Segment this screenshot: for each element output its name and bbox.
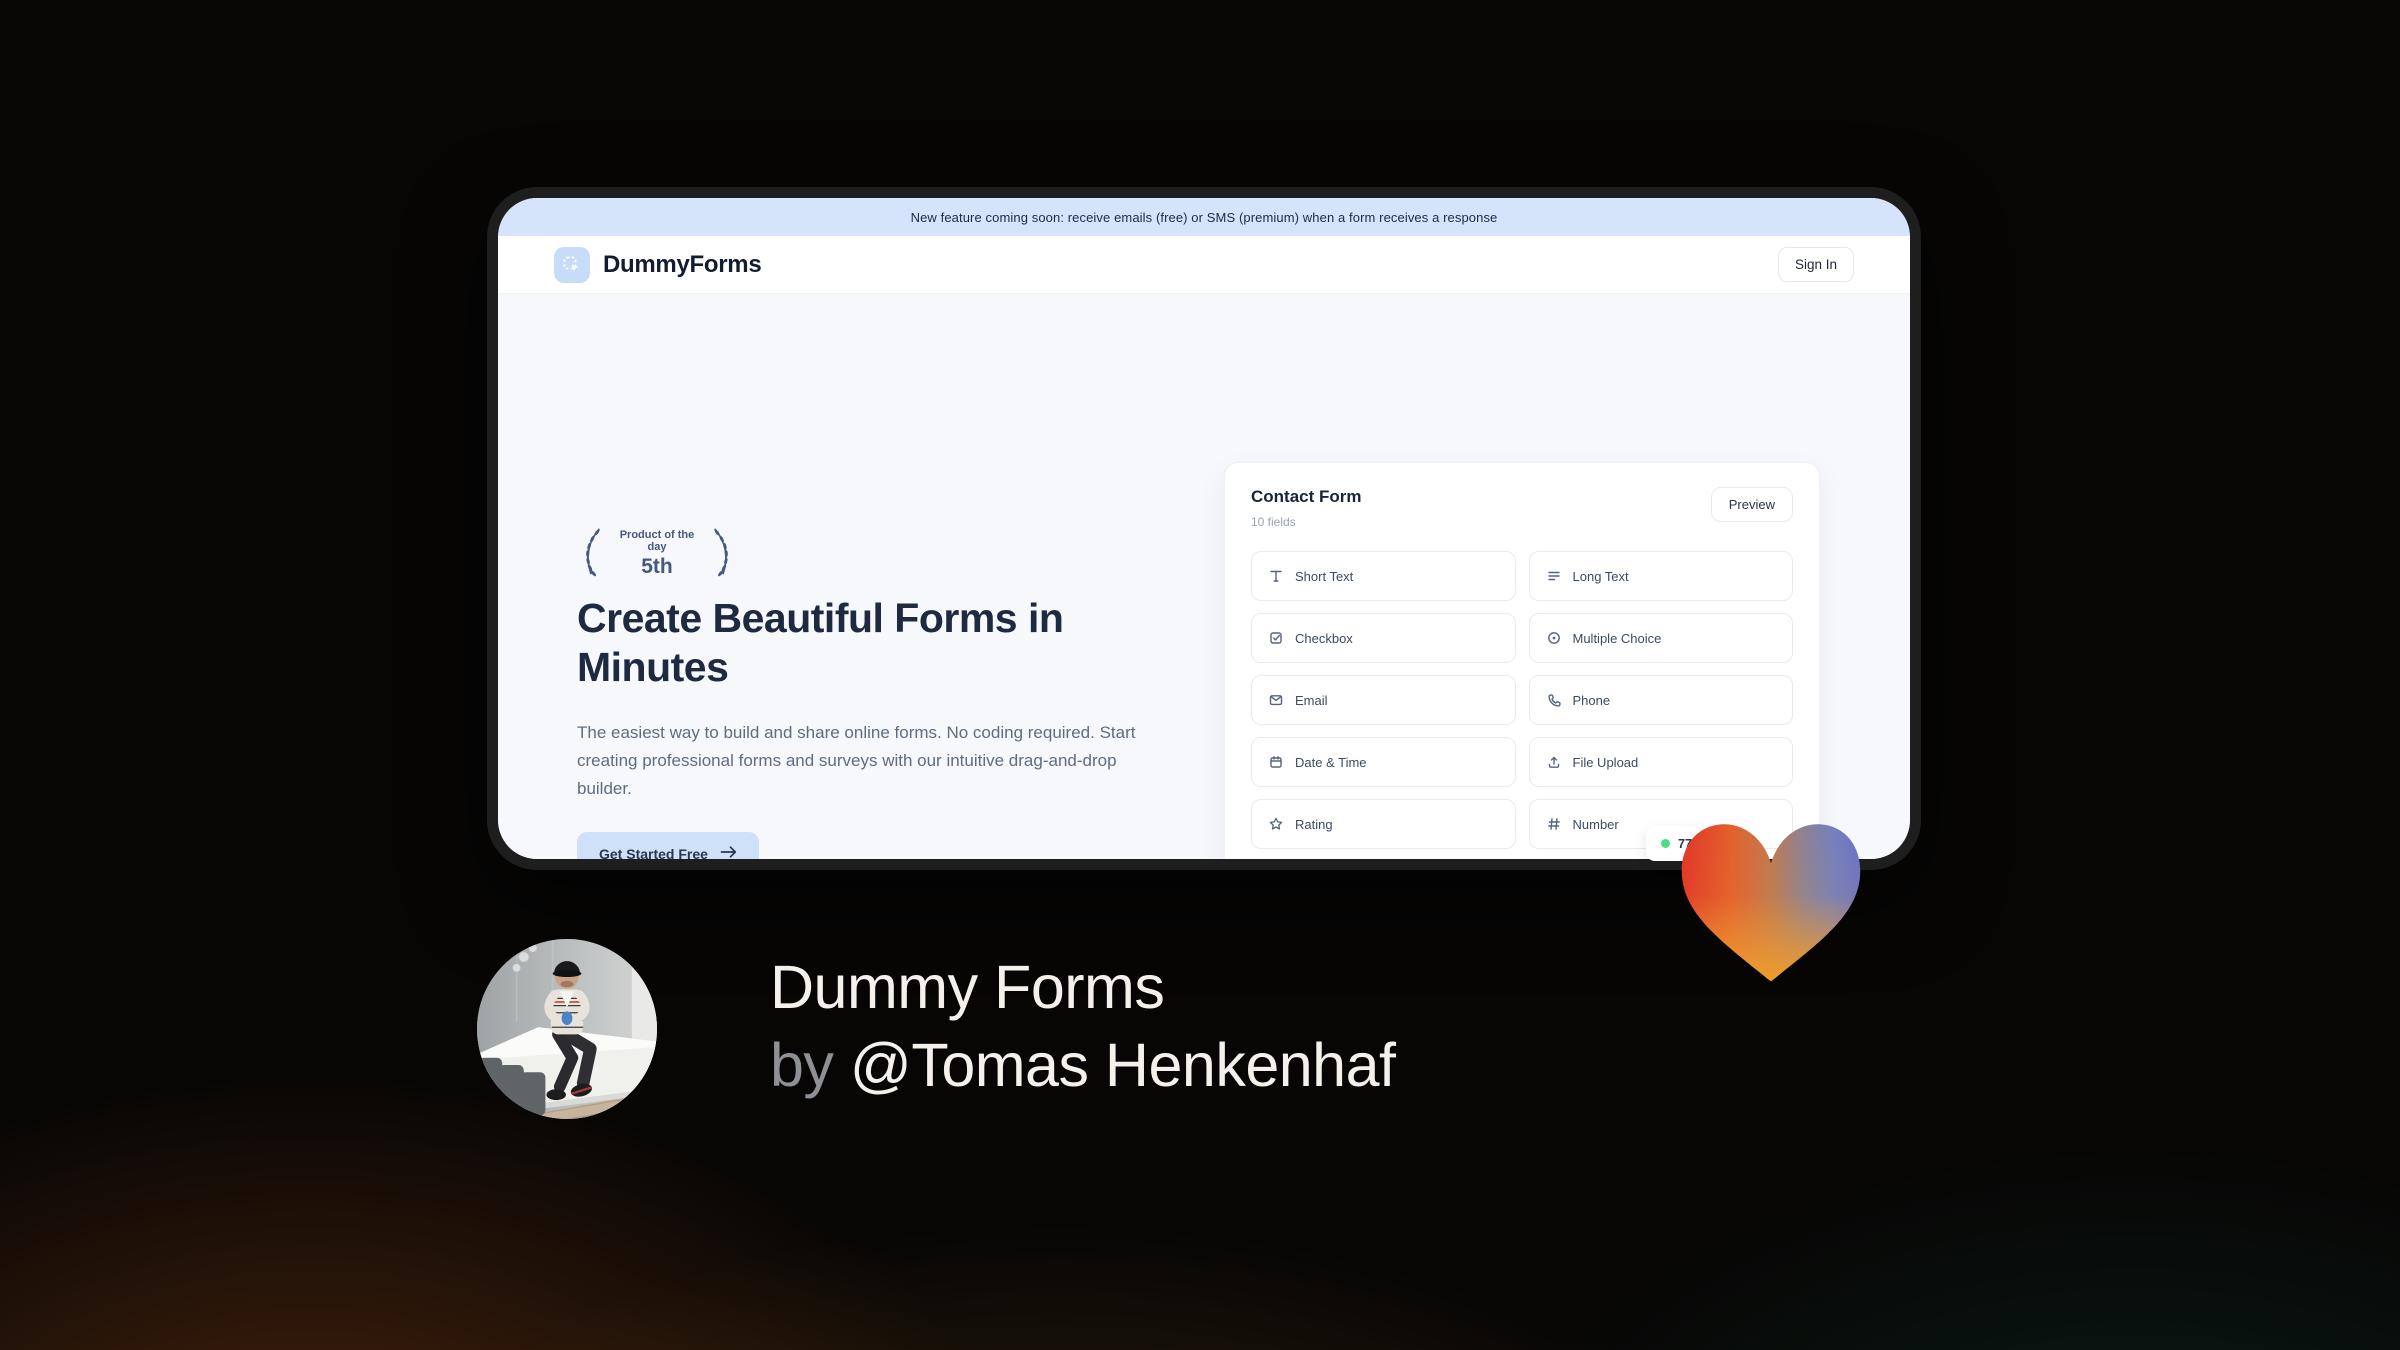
long-text-icon [1547, 571, 1560, 581]
form-title: Contact Form [1251, 487, 1362, 506]
laurel-left-icon [577, 522, 603, 585]
field-count: 10 fields [1251, 515, 1296, 529]
author-handle: @Tomas Henkenhaf [849, 1031, 1396, 1099]
cta-label: Get Started Free [599, 845, 708, 860]
short-text-icon [1270, 570, 1282, 582]
arrow-right-icon [720, 845, 737, 859]
field-multiple-choice[interactable]: Multiple Choice [1528, 613, 1793, 663]
brand-name: DummyForms [603, 250, 762, 278]
form-builder-card: Contact Form 10 fields Preview Short Tex… [1224, 462, 1820, 859]
checkbox-icon [1270, 632, 1282, 644]
online-dot-icon [1661, 839, 1670, 848]
field-rating[interactable]: Rating [1251, 799, 1516, 849]
browser-window: New feature coming soon: receive emails … [487, 187, 1921, 870]
field-short-text[interactable]: Short Text [1251, 551, 1516, 601]
hero-heading: Create Beautiful Forms in Minutes [577, 595, 1064, 690]
brand-logo[interactable]: DummyForms [554, 246, 762, 283]
phone-icon [1547, 694, 1561, 707]
author-avatar [477, 939, 657, 1119]
laurel-right-icon [711, 522, 737, 585]
field-date-time[interactable]: Date & Time [1251, 737, 1516, 787]
cursor-select-icon [554, 246, 590, 283]
field-long-text[interactable]: Long Text [1528, 551, 1793, 601]
hero-description: The easiest way to build and share onlin… [577, 723, 1136, 798]
award-title: Product of the day [619, 528, 695, 553]
hero-section: Product of the day 5th Create Beautiful … [498, 294, 1910, 859]
promo-caption: Dummy Forms by @Tomas Henkenhaf [770, 948, 1396, 1104]
announcement-banner: New feature coming soon: receive emails … [498, 198, 1910, 236]
field-type-grid: Short Text Long Text Checkbox Multiple C… [1251, 551, 1793, 849]
multiple-choice-icon [1547, 632, 1560, 644]
award-rank: 5th [641, 554, 673, 578]
field-email[interactable]: Email [1251, 675, 1516, 725]
calendar-icon [1270, 756, 1282, 768]
byline-prefix: by [770, 1031, 834, 1099]
announcement-text: New feature coming soon: receive emails … [910, 209, 1498, 225]
field-phone[interactable]: Phone [1528, 675, 1793, 725]
email-icon [1269, 695, 1283, 706]
site-header: DummyForms Sign In [498, 236, 1910, 294]
promo-title: Dummy Forms [770, 953, 1165, 1021]
upload-icon [1548, 756, 1559, 768]
field-file-upload[interactable]: File Upload [1528, 737, 1793, 787]
get-started-button[interactable]: Get Started Free [577, 832, 759, 859]
hash-icon [1547, 818, 1560, 830]
sign-in-button[interactable]: Sign In [1777, 247, 1854, 282]
gradient-heart-icon [1674, 808, 1868, 988]
star-icon [1269, 817, 1283, 830]
field-checkbox[interactable]: Checkbox [1251, 613, 1516, 663]
preview-button[interactable]: Preview [1710, 487, 1793, 522]
product-of-the-day-badge: Product of the day 5th [577, 522, 737, 585]
